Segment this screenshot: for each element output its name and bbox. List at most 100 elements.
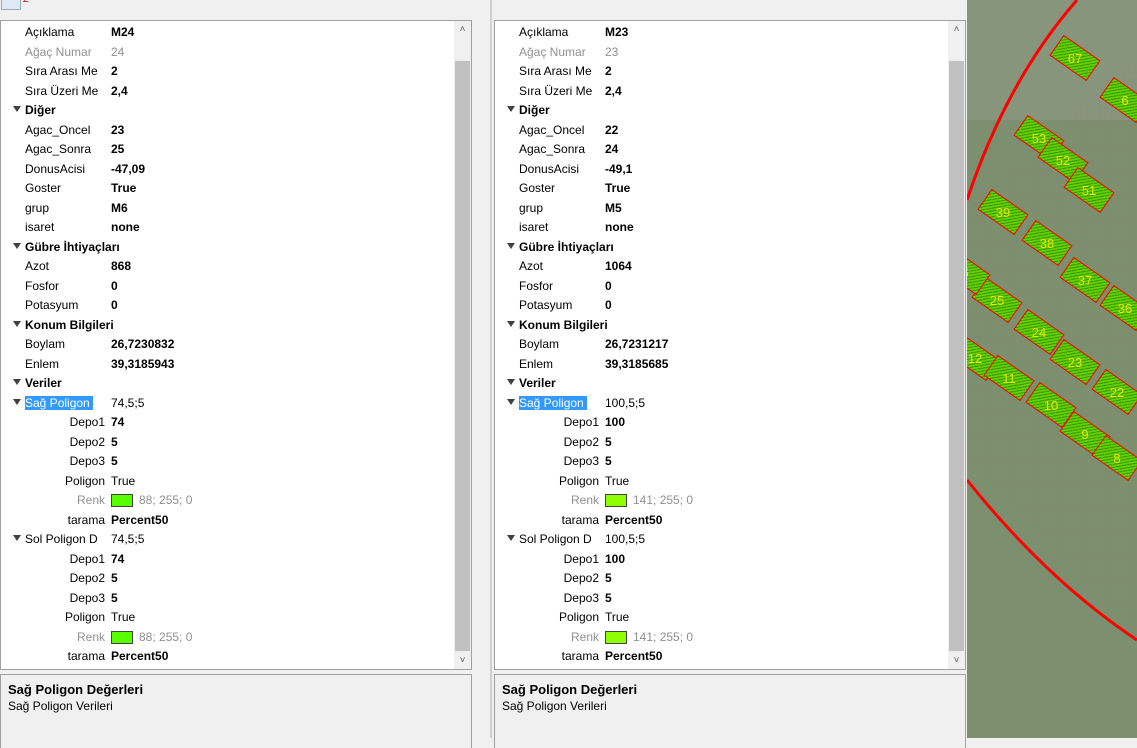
collapse-triangle-icon[interactable] bbox=[507, 106, 515, 112]
property-value[interactable]: Percent50 bbox=[111, 513, 168, 527]
collapse-triangle-icon[interactable] bbox=[13, 398, 21, 405]
property-value[interactable]: 22 bbox=[605, 123, 618, 137]
property-value[interactable]: 141; 255; 0 bbox=[605, 493, 693, 507]
property-value[interactable]: 39,3185685 bbox=[605, 357, 668, 371]
property-value[interactable]: 88; 255; 0 bbox=[111, 630, 192, 644]
property-value[interactable]: 0 bbox=[605, 298, 612, 312]
property-row[interactable]: Depo1 74 bbox=[1, 550, 454, 569]
scroll-down-icon[interactable]: ˅ bbox=[454, 652, 471, 669]
property-value[interactable]: 39,3185943 bbox=[111, 357, 174, 371]
property-row[interactable]: Renk 141; 255; 0 bbox=[495, 628, 948, 647]
property-value[interactable]: 0 bbox=[111, 279, 118, 293]
sub-property-row[interactable]: Sağ Poligon 100,5;5 bbox=[495, 394, 948, 413]
property-value[interactable]: -47,09 bbox=[111, 162, 145, 176]
category-row[interactable]: Gübre İhtiyaçları bbox=[495, 238, 948, 257]
property-row[interactable]: Agac_Oncel 23 bbox=[1, 121, 454, 140]
scroll-up-icon[interactable]: ˄ bbox=[454, 21, 471, 38]
collapse-triangle-icon[interactable] bbox=[13, 106, 21, 112]
property-row[interactable]: Sıra Arası Me 2 bbox=[495, 62, 948, 81]
scroll-up-icon[interactable]: ˄ bbox=[948, 21, 965, 38]
property-row[interactable]: Sıra Üzeri Me 2,4 bbox=[495, 82, 948, 101]
collapse-triangle-icon[interactable] bbox=[507, 379, 515, 385]
property-value[interactable]: 0 bbox=[605, 279, 612, 293]
property-value[interactable]: 1064 bbox=[605, 259, 632, 273]
property-value[interactable]: 25 bbox=[111, 142, 124, 156]
property-value[interactable]: 5 bbox=[605, 591, 612, 605]
property-row[interactable]: Ağaç Numar 24 bbox=[1, 43, 454, 62]
property-value[interactable]: 74,5;5 bbox=[111, 396, 144, 410]
category-row[interactable]: Veriler bbox=[495, 374, 948, 393]
property-row[interactable]: Fosfor 0 bbox=[1, 277, 454, 296]
property-value[interactable]: M23 bbox=[605, 25, 628, 39]
collapse-triangle-icon[interactable] bbox=[13, 379, 21, 385]
property-value[interactable]: 100 bbox=[605, 415, 625, 429]
category-row[interactable]: Veriler bbox=[1, 374, 454, 393]
property-value[interactable]: 23 bbox=[111, 123, 124, 137]
property-value[interactable]: 74,5;5 bbox=[111, 532, 144, 546]
property-row[interactable]: Enlem 39,3185685 bbox=[495, 355, 948, 374]
property-row[interactable]: Azot 1064 bbox=[495, 257, 948, 276]
category-row[interactable]: Konum Bilgileri bbox=[495, 316, 948, 335]
property-row[interactable]: Ağaç Numar 23 bbox=[495, 43, 948, 62]
property-value[interactable]: M6 bbox=[111, 201, 128, 215]
property-value[interactable]: -49,1 bbox=[605, 162, 632, 176]
property-row[interactable]: Depo2 5 bbox=[495, 433, 948, 452]
property-row[interactable]: tarama Percent50 bbox=[1, 511, 454, 530]
property-row[interactable]: Poligon True bbox=[1, 472, 454, 491]
property-row[interactable]: Renk 141; 255; 0 bbox=[495, 491, 948, 510]
property-value[interactable]: 5 bbox=[111, 591, 118, 605]
property-value[interactable]: Percent50 bbox=[605, 649, 662, 663]
property-value[interactable]: 23 bbox=[605, 45, 618, 59]
property-value[interactable]: 2,4 bbox=[605, 84, 622, 98]
property-row[interactable]: Boylam 26,7231217 bbox=[495, 335, 948, 354]
property-value[interactable]: True bbox=[111, 181, 136, 195]
property-row[interactable]: Agac_Sonra 25 bbox=[1, 140, 454, 159]
property-row[interactable]: Depo1 100 bbox=[495, 550, 948, 569]
property-row[interactable]: Renk 88; 255; 0 bbox=[1, 491, 454, 510]
map-canvas[interactable]: 67 6 53 52 51 39 38 37 36 25 24 23 22 12 11 10 9 8 6 bbox=[967, 0, 1137, 738]
property-value[interactable]: 5 bbox=[605, 571, 612, 585]
property-row[interactable]: Enlem 39,3185943 bbox=[1, 355, 454, 374]
property-value[interactable]: M24 bbox=[111, 25, 134, 39]
property-row[interactable]: DonusAcisi -47,09 bbox=[1, 160, 454, 179]
property-value[interactable]: M5 bbox=[605, 201, 622, 215]
property-row[interactable]: tarama Percent50 bbox=[495, 511, 948, 530]
property-row[interactable]: isaret none bbox=[495, 218, 948, 237]
property-row[interactable]: Depo3 5 bbox=[1, 452, 454, 471]
property-value[interactable]: True bbox=[111, 610, 135, 624]
scroll-thumb[interactable] bbox=[949, 61, 964, 651]
property-row[interactable]: Potasyum 0 bbox=[1, 296, 454, 315]
property-value[interactable]: 5 bbox=[111, 435, 118, 449]
property-value[interactable]: 141; 255; 0 bbox=[605, 630, 693, 644]
property-row[interactable]: Açıklama M23 bbox=[495, 23, 948, 42]
vertical-scrollbar[interactable]: ˄ ˅ bbox=[454, 21, 471, 669]
property-value[interactable]: 5 bbox=[605, 454, 612, 468]
property-value[interactable]: Percent50 bbox=[605, 513, 662, 527]
property-row[interactable]: tarama Percent50 bbox=[1, 647, 454, 666]
property-value[interactable]: 868 bbox=[111, 259, 131, 273]
property-value[interactable]: Percent50 bbox=[111, 649, 168, 663]
property-row[interactable]: DonusAcisi -49,1 bbox=[495, 160, 948, 179]
property-row[interactable]: Açıklama M24 bbox=[1, 23, 454, 42]
collapse-triangle-icon[interactable] bbox=[507, 398, 515, 405]
property-row[interactable]: Sıra Üzeri Me 2,4 bbox=[1, 82, 454, 101]
sort-button[interactable]: Z bbox=[22, 0, 44, 10]
property-value[interactable]: True bbox=[605, 474, 629, 488]
property-row[interactable]: Depo3 5 bbox=[495, 452, 948, 471]
property-value[interactable]: 100 bbox=[605, 552, 625, 566]
property-value[interactable]: 24 bbox=[111, 45, 124, 59]
property-value[interactable]: 88; 255; 0 bbox=[111, 493, 192, 507]
property-value[interactable]: True bbox=[605, 610, 629, 624]
property-row[interactable]: Poligon True bbox=[1, 608, 454, 627]
sub-property-row[interactable]: Sağ Poligon 74,5;5 bbox=[1, 394, 454, 413]
property-value[interactable]: 0 bbox=[111, 298, 118, 312]
property-value[interactable]: 2 bbox=[605, 64, 612, 78]
property-row[interactable]: Poligon True bbox=[495, 608, 948, 627]
property-row[interactable]: Depo1 100 bbox=[495, 413, 948, 432]
property-value[interactable]: 100,5;5 bbox=[605, 532, 645, 546]
property-row[interactable]: Goster True bbox=[495, 179, 948, 198]
scroll-down-icon[interactable]: ˅ bbox=[948, 652, 965, 669]
property-row[interactable]: Sıra Arası Me 2 bbox=[1, 62, 454, 81]
property-row[interactable]: Agac_Oncel 22 bbox=[495, 121, 948, 140]
property-grid[interactable]: Açıklama M24 Ağaç Numar 24 Sıra Arası Me 2 Sır… bbox=[0, 20, 472, 670]
